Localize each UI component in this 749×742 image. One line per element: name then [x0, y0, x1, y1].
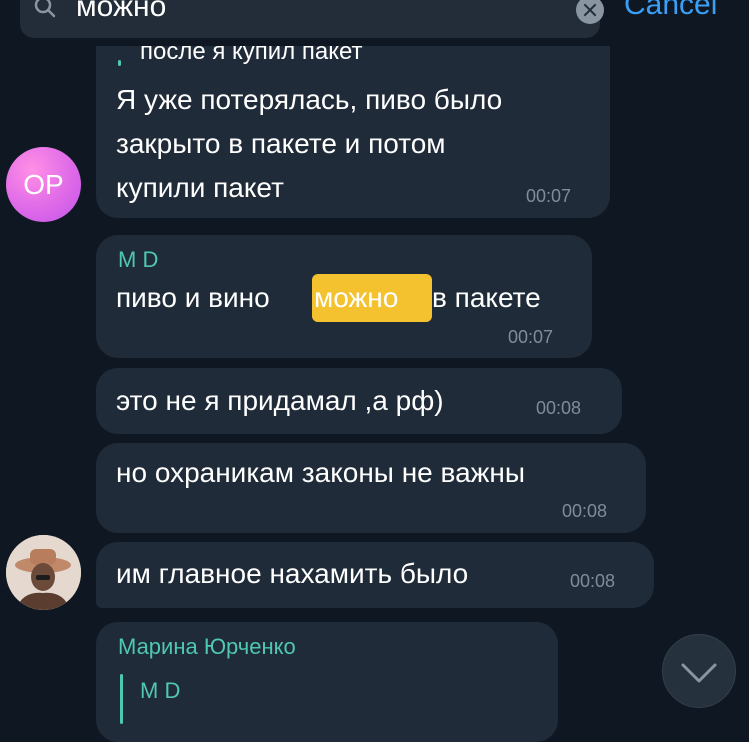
message-text-line: закрыто в пакете и потом [116, 128, 446, 159]
message-text-line: купили пакет [116, 172, 284, 203]
reply-bar [120, 674, 123, 724]
reply-sender-name: M D [140, 678, 181, 703]
search-input[interactable]: можно [76, 0, 166, 24]
message-text-line: Я уже потерялась, пиво было [116, 84, 503, 115]
avatar[interactable]: OP [6, 147, 81, 222]
avatar[interactable] [6, 535, 81, 610]
message-time: 00:07 [526, 186, 572, 206]
message-time: 00:07 [508, 327, 554, 347]
highlighted-text: можно [314, 282, 399, 313]
message-text: им главное нахамить было [116, 558, 469, 589]
search-icon [34, 0, 56, 18]
sender-name[interactable]: M D [118, 247, 158, 273]
message-text: это не я придамал ,а рф) [116, 385, 444, 416]
message-bubble[interactable]: это не я придамал ,а рф) 00:08 [96, 368, 622, 434]
sender-name[interactable]: Марина Юрченко [118, 634, 296, 660]
message-time: 00:08 [570, 571, 616, 591]
scroll-down-button[interactable] [662, 634, 736, 708]
message-bubble[interactable]: но охраникам законы не важны 00:08 [96, 443, 646, 533]
reply-bar [118, 60, 121, 66]
message-time: 00:08 [536, 398, 582, 418]
chevron-down-icon [681, 663, 717, 683]
avatar-photo-icon [6, 535, 81, 610]
clip-mask [96, 38, 610, 46]
message-time: 00:08 [562, 501, 608, 521]
clear-icon[interactable] [576, 0, 604, 24]
message-text: но охраникам законы не важны [116, 457, 525, 488]
message-bubble[interactable]: Марина Юрченко M D [96, 622, 558, 742]
search-bar[interactable]: можно [20, 0, 604, 38]
cancel-button[interactable]: Cancel [624, 0, 717, 22]
message-text: пиво и вино [116, 282, 270, 313]
message-bubble[interactable]: им главное нахамить было 00:08 [96, 542, 654, 608]
avatar-initials: OP [23, 169, 64, 200]
message-text: в пакете [432, 282, 541, 313]
message-bubble[interactable]: после я купил пакет Я уже потерялась, пи… [96, 38, 610, 218]
